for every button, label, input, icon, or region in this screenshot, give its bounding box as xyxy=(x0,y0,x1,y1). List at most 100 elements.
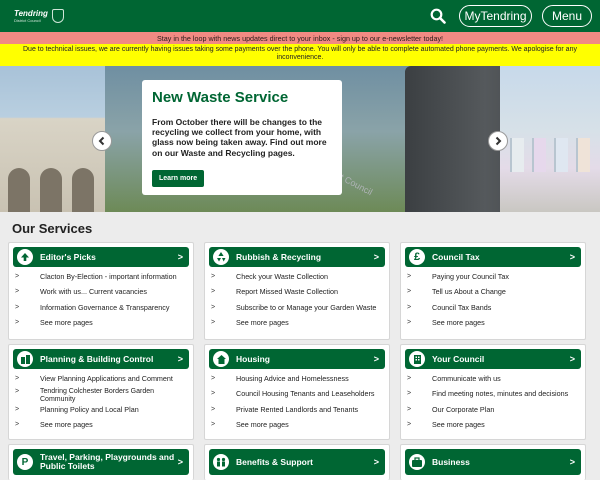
link-list: > View Planning Applications and Comment … xyxy=(9,369,193,433)
chevron-right-icon: > xyxy=(15,288,20,296)
service-card-planning: Planning & Building Control > > View Plan… xyxy=(8,344,194,440)
business-header[interactable]: Business > xyxy=(405,449,581,475)
chevron-right-icon: > xyxy=(15,405,20,413)
list-item[interactable]: > Planning Policy and Local Plan xyxy=(15,402,187,417)
crest-icon xyxy=(51,9,64,23)
chevron-right-icon: > xyxy=(569,354,575,364)
chevron-right-icon: > xyxy=(407,319,412,327)
chevron-right-icon: > xyxy=(407,288,412,296)
chevron-right-icon xyxy=(495,136,502,146)
service-card-business: Business > xyxy=(400,444,586,480)
logo-subtitle: District Council xyxy=(14,17,41,23)
chevron-right-icon: > xyxy=(373,354,379,364)
council-tax-header[interactable]: £ Council Tax > xyxy=(405,247,581,267)
list-item[interactable]: > Clacton By-Election - important informa… xyxy=(15,269,187,284)
carousel-prev-button[interactable] xyxy=(92,131,112,151)
hero-carousel: Tendring District Council New Waste Serv… xyxy=(0,66,600,212)
card-title: Planning & Building Control xyxy=(40,353,154,364)
mytendring-button[interactable]: MyTendring xyxy=(459,5,532,27)
people-icon xyxy=(213,454,229,470)
list-item[interactable]: > Find meeting notes, minutes and decisio… xyxy=(407,386,579,401)
chevron-right-icon: > xyxy=(373,252,379,262)
list-item[interactable]: > See more pages xyxy=(15,315,187,330)
menu-button[interactable]: Menu xyxy=(542,5,592,27)
benefits-header[interactable]: Benefits & Support > xyxy=(209,449,385,475)
logo-name: Tendring xyxy=(14,8,48,18)
newsletter-banner[interactable]: Stay in the loop with news updates direc… xyxy=(0,32,600,44)
your-council-header[interactable]: Your Council > xyxy=(405,349,581,369)
list-item[interactable]: > Information Governance & Transparency xyxy=(15,300,187,315)
list-item[interactable]: > Report Missed Waste Collection xyxy=(211,284,383,299)
learn-more-button[interactable]: Learn more xyxy=(152,170,205,187)
alert-banner: Due to technical issues, we are currentl… xyxy=(0,44,600,66)
chevron-right-icon: > xyxy=(15,303,20,311)
list-item[interactable]: > Paying your Council Tax xyxy=(407,269,579,284)
chevron-right-icon: > xyxy=(407,375,412,382)
hero-right-image xyxy=(500,66,600,212)
house-icon xyxy=(213,351,229,367)
chevron-right-icon: > xyxy=(177,252,183,262)
chevron-right-icon: > xyxy=(407,303,412,311)
service-card-council-tax: £ Council Tax > > Paying your Council Tax… xyxy=(400,242,586,340)
link-list: > Clacton By-Election - important informa… xyxy=(9,267,193,331)
pound-icon: £ xyxy=(409,249,425,265)
search-icon xyxy=(430,8,446,24)
service-card-your-council: Your Council > > Communicate with us > Fin… xyxy=(400,344,586,440)
list-item[interactable]: > See more pages xyxy=(407,417,579,432)
chevron-right-icon: > xyxy=(211,319,216,327)
list-item[interactable]: > Council Housing Tenants and Leaseholder… xyxy=(211,386,383,401)
chevron-right-icon: > xyxy=(569,457,575,467)
hero-description: From October there will be changes to th… xyxy=(152,117,327,158)
list-item[interactable]: > Communicate with us xyxy=(407,371,579,386)
newsletter-text: Stay in the loop with news updates direc… xyxy=(156,33,444,43)
rubbish-recycling-header[interactable]: Rubbish & Recycling > xyxy=(209,247,385,267)
card-title: Business xyxy=(432,456,470,467)
chevron-right-icon: > xyxy=(373,457,379,467)
list-item[interactable]: > See more pages xyxy=(211,315,383,330)
list-item[interactable]: > Subscribe to or Manage your Garden Wast… xyxy=(211,300,383,315)
list-item[interactable]: > Check your Waste Collection xyxy=(211,269,383,284)
site-logo[interactable]: Tendring District Council xyxy=(14,9,64,23)
chevron-right-icon: > xyxy=(211,303,216,311)
service-card-editors-picks: Editor's Picks > > Clacton By-Election - … xyxy=(8,242,194,340)
list-item[interactable]: > Work with us... Current vacancies xyxy=(15,284,187,299)
service-card-housing: Housing > > Housing Advice and Homelessne… xyxy=(204,344,390,440)
chevron-right-icon: > xyxy=(211,390,216,398)
planning-header[interactable]: Planning & Building Control > xyxy=(13,349,189,369)
chevron-left-icon xyxy=(98,136,105,146)
service-card-travel: P Travel, Parking, Playgrounds and Publi… xyxy=(8,444,194,480)
chevron-right-icon: > xyxy=(15,388,20,396)
card-title: Editor's Picks xyxy=(40,251,96,262)
chevron-right-icon: > xyxy=(177,354,183,364)
list-item[interactable]: > Council Tax Bands xyxy=(407,300,579,315)
hero-card: New Waste Service From October there wil… xyxy=(142,80,342,195)
list-item[interactable]: > Tendring Colchester Borders Garden Comm… xyxy=(15,386,187,402)
chevron-right-icon: > xyxy=(15,319,20,327)
hero-title: New Waste Service xyxy=(152,89,289,106)
housing-header[interactable]: Housing > xyxy=(209,349,385,369)
editors-picks-header[interactable]: Editor's Picks > xyxy=(13,247,189,267)
travel-header[interactable]: P Travel, Parking, Playgrounds and Publi… xyxy=(13,449,189,475)
alert-text: Due to technical issues, we are currentl… xyxy=(23,46,577,62)
arrow-up-icon xyxy=(17,249,33,265)
chevron-right-icon: > xyxy=(15,375,20,382)
list-item[interactable]: > Private Rented Landlords and Tenants xyxy=(211,402,383,417)
list-item[interactable]: > Housing Advice and Homelessness xyxy=(211,371,383,386)
chevron-right-icon: > xyxy=(407,405,412,413)
card-title: Benefits & Support xyxy=(236,456,313,467)
carousel-next-button[interactable] xyxy=(488,131,508,151)
list-item[interactable]: > Tell us About a Change xyxy=(407,284,579,299)
list-item[interactable]: > Our Corporate Plan xyxy=(407,402,579,417)
card-title: Your Council xyxy=(432,353,485,364)
card-title: Housing xyxy=(236,353,270,364)
list-item[interactable]: > See more pages xyxy=(407,315,579,330)
link-list: > Check your Waste Collection > Report Mis… xyxy=(205,267,389,331)
briefcase-icon xyxy=(409,454,425,470)
chevron-right-icon: > xyxy=(569,252,575,262)
list-item[interactable]: > See more pages xyxy=(15,417,187,432)
search-button[interactable] xyxy=(427,5,449,27)
list-item[interactable]: > See more pages xyxy=(211,417,383,432)
chevron-right-icon: > xyxy=(15,421,20,429)
site-header: Tendring District Council MyTendring Men… xyxy=(0,0,600,32)
list-item[interactable]: > View Planning Applications and Comment xyxy=(15,371,187,386)
